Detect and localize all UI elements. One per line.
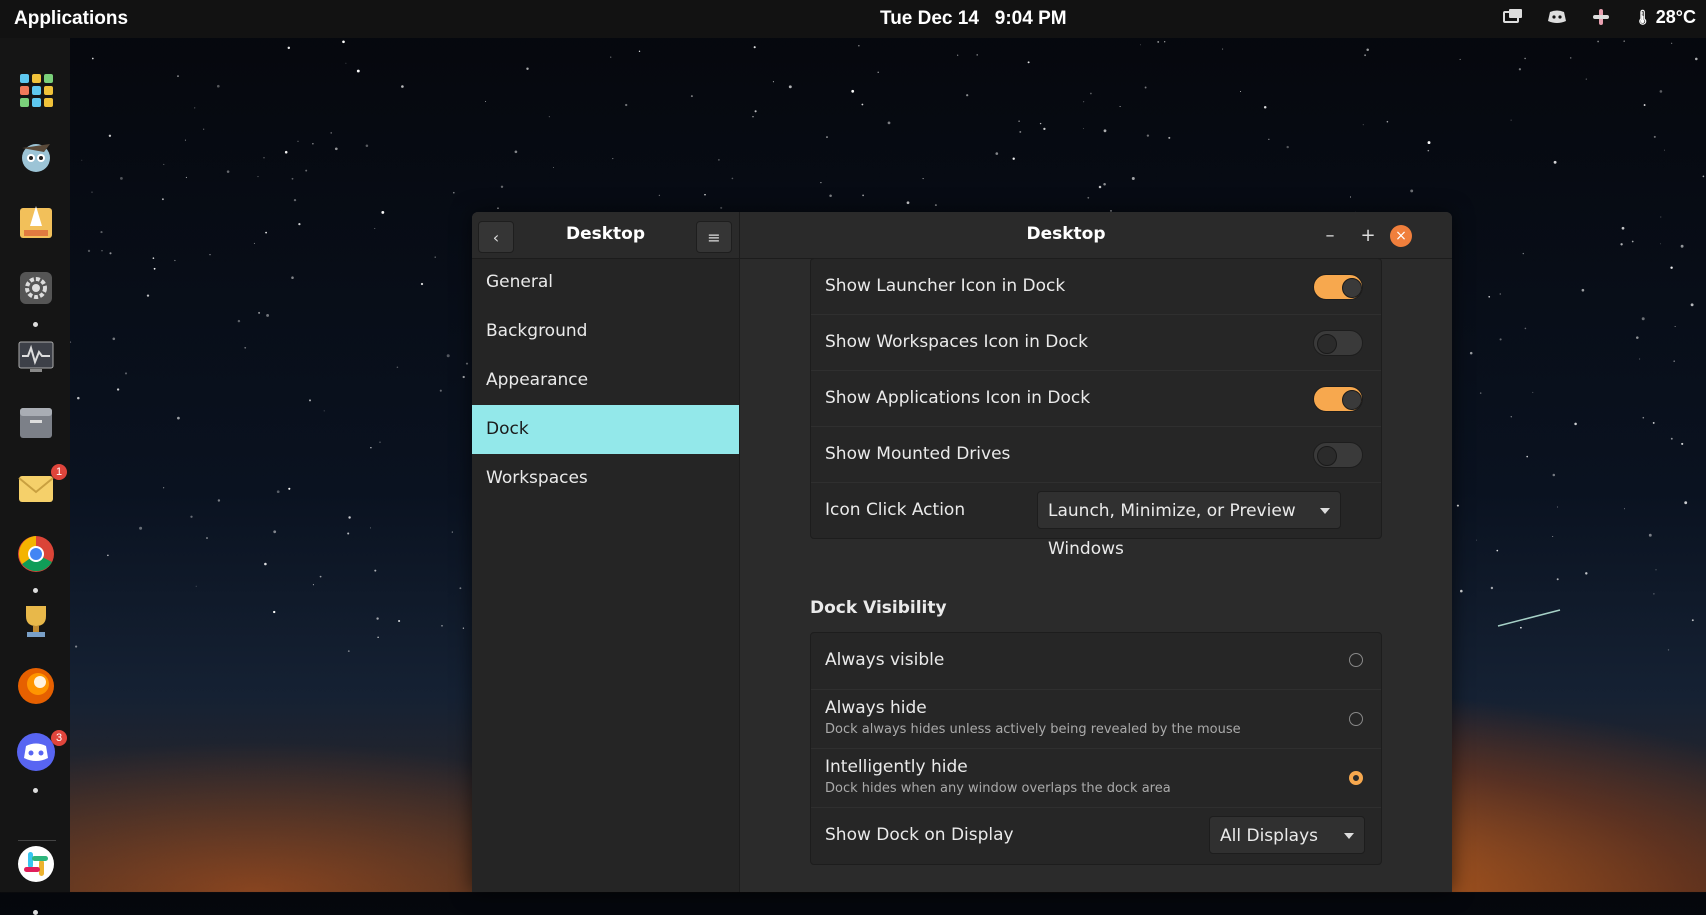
weather-indicator[interactable]: 🌡 28°C bbox=[1634, 7, 1696, 28]
system-monitor-icon[interactable] bbox=[14, 334, 58, 378]
sidebar-item-background[interactable]: Background bbox=[472, 307, 739, 356]
sidebar-list: General Background Appearance Dock Works… bbox=[472, 258, 739, 503]
radio-label: Intelligently hide bbox=[825, 757, 968, 777]
dropdown-value: Launch, Minimize, or Preview Windows bbox=[1048, 501, 1296, 559]
radio-label: Always visible bbox=[825, 650, 945, 670]
trophy-icon[interactable] bbox=[14, 598, 58, 642]
radio-label: Always hide bbox=[825, 698, 927, 718]
applications-icon-toggle[interactable] bbox=[1313, 386, 1363, 412]
setting-label: Icon Click Action bbox=[825, 500, 966, 520]
menu-button[interactable]: ≡ bbox=[696, 221, 732, 253]
sidebar-item-dock[interactable]: Dock bbox=[472, 405, 739, 454]
setting-row-launcher: Show Launcher Icon in Dock bbox=[811, 259, 1381, 315]
setting-row-icon-click: Icon Click Action Launch, Minimize, or P… bbox=[811, 483, 1381, 559]
settings-window: ‹ Desktop ≡ General Background Appearanc… bbox=[472, 212, 1452, 892]
window-title: Desktop bbox=[1026, 224, 1106, 244]
date-label: Tue Dec 14 bbox=[880, 8, 979, 29]
close-button[interactable]: × bbox=[1390, 225, 1412, 247]
clock[interactable]: Tue Dec 14 9:04 PM bbox=[880, 8, 1067, 30]
mounted-drives-toggle[interactable] bbox=[1313, 442, 1363, 468]
firefox-icon[interactable] bbox=[14, 664, 58, 708]
running-indicator bbox=[33, 588, 38, 593]
main-header: Desktop – + × bbox=[740, 212, 1452, 259]
radio-description: Dock hides when any window overlaps the … bbox=[825, 781, 1171, 796]
sidebar: ‹ Desktop ≡ General Background Appearanc… bbox=[472, 212, 740, 892]
dock-settings-panel: Show Launcher Icon in Dock Show Workspac… bbox=[740, 258, 1452, 892]
sidebar-item-appearance[interactable]: Appearance bbox=[472, 356, 739, 405]
intelligently-hide-radio[interactable] bbox=[1349, 771, 1363, 785]
radio-row-intelligently-hide[interactable]: Intelligently hide Dock hides when any w… bbox=[811, 749, 1381, 808]
dock-options-card: Show Launcher Icon in Dock Show Workspac… bbox=[810, 258, 1382, 559]
running-indicator bbox=[33, 788, 38, 793]
icon-click-action-dropdown[interactable]: Launch, Minimize, or Preview Windows bbox=[1037, 491, 1341, 559]
chevron-down-icon bbox=[1344, 833, 1354, 839]
settings-icon[interactable] bbox=[14, 266, 58, 310]
show-on-display-dropdown[interactable]: All Displays bbox=[1209, 816, 1365, 854]
bird-app-icon[interactable] bbox=[14, 134, 58, 178]
sidebar-header: ‹ Desktop ≡ bbox=[472, 212, 739, 259]
hamburger-icon: ≡ bbox=[707, 227, 721, 247]
dock-visibility-card: Always visible Always hide Dock always h… bbox=[810, 632, 1382, 865]
time-label: 9:04 PM bbox=[994, 8, 1067, 29]
top-panel: Applications Tue Dec 14 9:04 PM 🌡 28°C bbox=[0, 0, 1706, 38]
always-visible-radio[interactable] bbox=[1349, 653, 1363, 667]
always-hide-radio[interactable] bbox=[1349, 712, 1363, 726]
minimize-button[interactable]: – bbox=[1320, 225, 1340, 246]
setting-row-workspaces: Show Workspaces Icon in Dock bbox=[811, 315, 1381, 371]
setting-label: Show Launcher Icon in Dock bbox=[825, 276, 1066, 296]
running-indicator bbox=[33, 910, 38, 915]
sidebar-item-general[interactable]: General bbox=[472, 258, 739, 307]
setting-row-applications: Show Applications Icon in Dock bbox=[811, 371, 1381, 427]
dock-separator bbox=[18, 840, 56, 841]
workspaces-icon-toggle[interactable] bbox=[1313, 330, 1363, 356]
screen-share-icon[interactable] bbox=[1502, 6, 1524, 28]
rocket-app-icon[interactable] bbox=[14, 200, 58, 244]
launcher-icon-toggle[interactable] bbox=[1313, 274, 1363, 300]
maximize-button[interactable]: + bbox=[1358, 225, 1378, 246]
running-indicator bbox=[33, 322, 38, 327]
setting-row-drives: Show Mounted Drives bbox=[811, 427, 1381, 483]
sidebar-item-workspaces[interactable]: Workspaces bbox=[472, 454, 739, 503]
section-title: Dock Visibility bbox=[810, 598, 947, 618]
dropdown-value: All Displays bbox=[1220, 826, 1318, 846]
radio-row-always-hide[interactable]: Always hide Dock always hides unless act… bbox=[811, 690, 1381, 749]
mail-unread-badge: 1 bbox=[51, 464, 67, 480]
setting-label: Show Workspaces Icon in Dock bbox=[825, 332, 1088, 352]
applications-menu[interactable]: Applications bbox=[14, 8, 128, 30]
chevron-down-icon bbox=[1320, 508, 1330, 514]
dock: 1 3 bbox=[0, 38, 70, 915]
system-tray: 🌡 28°C bbox=[1502, 6, 1696, 28]
discord-unread-badge: 3 bbox=[51, 730, 67, 746]
setting-label: Show Mounted Drives bbox=[825, 444, 1011, 464]
setting-label: Show Dock on Display bbox=[825, 825, 1014, 845]
setting-row-display: Show Dock on Display All Displays bbox=[811, 808, 1381, 864]
radio-row-always-visible[interactable]: Always visible bbox=[811, 633, 1381, 690]
thermometer-icon: 🌡 bbox=[1634, 8, 1652, 25]
slack-tray-icon[interactable] bbox=[1590, 6, 1612, 28]
slack-icon[interactable] bbox=[14, 842, 58, 886]
temperature-label: 28°C bbox=[1655, 6, 1696, 27]
setting-label: Show Applications Icon in Dock bbox=[825, 388, 1091, 408]
radio-description: Dock always hides unless actively being … bbox=[825, 722, 1241, 737]
app-grid-icon[interactable] bbox=[14, 68, 58, 112]
discord-tray-icon[interactable] bbox=[1546, 6, 1568, 28]
chrome-icon[interactable] bbox=[14, 532, 58, 576]
files-icon[interactable] bbox=[14, 400, 58, 444]
close-icon: × bbox=[1395, 228, 1407, 244]
